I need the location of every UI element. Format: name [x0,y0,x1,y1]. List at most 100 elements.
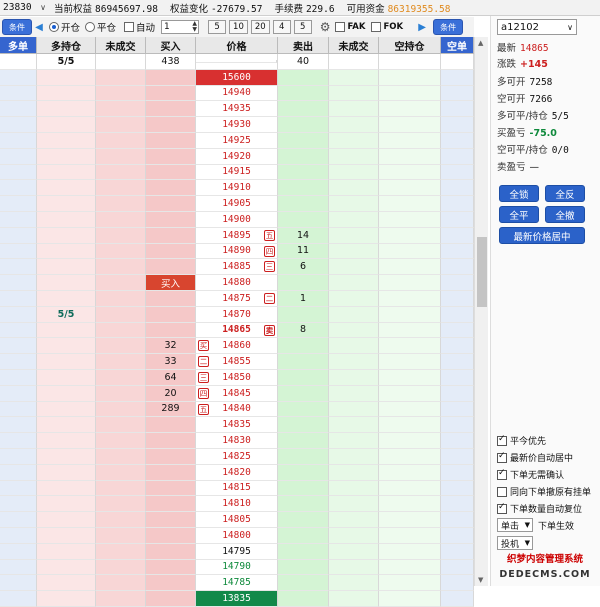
short-order-cell[interactable] [441,512,474,528]
short-order-cell[interactable] [441,417,474,434]
sell-cell[interactable] [278,101,329,118]
short-pending-cell[interactable] [329,132,379,149]
sell-cell[interactable] [278,275,329,291]
chevron-down-icon[interactable]: ∨ [567,23,573,32]
buy-cell[interactable] [146,227,196,244]
long-order-cell[interactable] [0,417,37,434]
long-pending-cell[interactable] [96,180,146,197]
long-order-cell[interactable] [0,464,37,481]
long-order-cell[interactable] [0,559,37,576]
sell-cell[interactable] [278,117,329,133]
long-pending-cell[interactable] [96,164,146,181]
long-pending-cell[interactable] [96,322,146,339]
option-item[interactable]: 同向下单撤原有挂单 [497,485,591,498]
long-pending-cell[interactable] [96,101,146,118]
chevron-down-icon[interactable]: ▼ [525,539,530,547]
sell-cell[interactable] [278,543,329,560]
sell-cell[interactable] [278,196,329,212]
buy-cell[interactable] [146,496,196,513]
long-pending-cell[interactable] [96,243,146,260]
buy-cell[interactable]: 64 [146,369,196,386]
short-order-cell[interactable] [441,243,474,260]
option-checkbox[interactable] [497,468,507,480]
short-pending-cell[interactable] [329,338,379,355]
short-order-cell[interactable] [441,401,474,418]
sell-cell[interactable] [278,132,329,149]
long-pending-cell[interactable] [96,196,146,212]
sell-cell[interactable]: 14 [278,227,329,244]
long-pending-cell[interactable] [96,512,146,528]
long-order-cell[interactable] [0,527,37,544]
quick-qty-button[interactable]: 5 [293,20,312,34]
condition-button-right[interactable]: 条件 [433,19,464,35]
long-order-cell[interactable] [0,338,37,355]
right-arrow-icon[interactable]: ▶ [417,22,427,33]
buy-cell[interactable]: 买入 [146,275,196,291]
option-item[interactable]: 平今优先 [497,434,546,447]
short-order-cell[interactable] [441,543,474,560]
short-order-cell[interactable] [441,448,474,465]
buy-cell[interactable] [146,164,196,181]
long-pending-cell[interactable] [96,464,146,481]
long-order-cell[interactable] [0,259,37,276]
short-pending-cell[interactable] [329,306,379,323]
quick-qty-button[interactable]: 5 [208,20,227,34]
short-order-cell[interactable] [441,354,474,370]
long-order-cell[interactable] [0,401,37,418]
short-order-cell[interactable] [441,211,474,228]
long-pending-cell[interactable] [96,433,146,449]
long-pending-cell[interactable] [96,559,146,576]
long-order-cell[interactable] [0,117,37,133]
buy-cell[interactable] [146,132,196,149]
sell-cell[interactable]: 1 [278,290,329,307]
fok-checkbox[interactable] [371,22,382,32]
long-pending-cell[interactable] [96,338,146,355]
column-header[interactable]: 多单 [0,37,37,54]
short-pending-cell[interactable] [329,512,379,528]
long-order-cell[interactable] [0,275,37,291]
short-pending-cell[interactable] [329,290,379,307]
sell-cell[interactable] [278,527,329,544]
reverse-all-button[interactable]: 全反 [545,185,585,202]
sell-cell[interactable]: 8 [278,322,329,339]
short-order-cell[interactable] [441,559,474,576]
ladder-scrollbar[interactable]: ▲ ▼ [474,37,488,586]
long-pending-cell[interactable] [96,417,146,434]
long-order-cell[interactable] [0,180,37,197]
buy-cell[interactable] [146,211,196,228]
short-pending-cell[interactable] [329,464,379,481]
buy-cell[interactable] [146,527,196,544]
scroll-thumb[interactable] [477,237,487,307]
quick-qty-button[interactable]: 4 [272,20,291,34]
long-order-cell[interactable] [0,164,37,181]
short-pending-cell[interactable] [329,575,379,592]
sell-cell[interactable] [278,448,329,465]
long-pending-cell[interactable] [96,259,146,276]
sell-cell[interactable] [278,338,329,355]
buy-cell[interactable] [146,559,196,576]
buy-cell[interactable]: 20 [146,385,196,402]
short-pending-cell[interactable] [329,243,379,260]
sell-cell[interactable] [278,401,329,418]
sell-cell[interactable] [278,354,329,370]
short-pending-cell[interactable] [329,401,379,418]
short-pending-cell[interactable] [329,354,379,370]
buy-cell[interactable]: 289 [146,401,196,418]
long-pending-cell[interactable] [96,575,146,592]
short-order-cell[interactable] [441,117,474,133]
short-order-cell[interactable] [441,148,474,165]
short-pending-cell[interactable] [329,101,379,118]
short-pending-cell[interactable] [329,496,379,513]
close-radio[interactable] [85,22,96,32]
account-dropdown-icon[interactable]: ∨ [36,3,50,12]
flat-all-button[interactable]: 全平 [499,206,539,223]
sell-cell[interactable] [278,306,329,323]
long-pending-cell[interactable] [96,401,146,418]
gear-icon[interactable]: ⚙ [320,20,331,34]
buy-cell[interactable] [146,322,196,339]
lock-all-button[interactable]: 全锁 [499,185,539,202]
short-order-cell[interactable] [441,69,474,86]
buy-cell[interactable] [146,290,196,307]
short-order-cell[interactable] [441,259,474,276]
long-pending-cell[interactable] [96,306,146,323]
